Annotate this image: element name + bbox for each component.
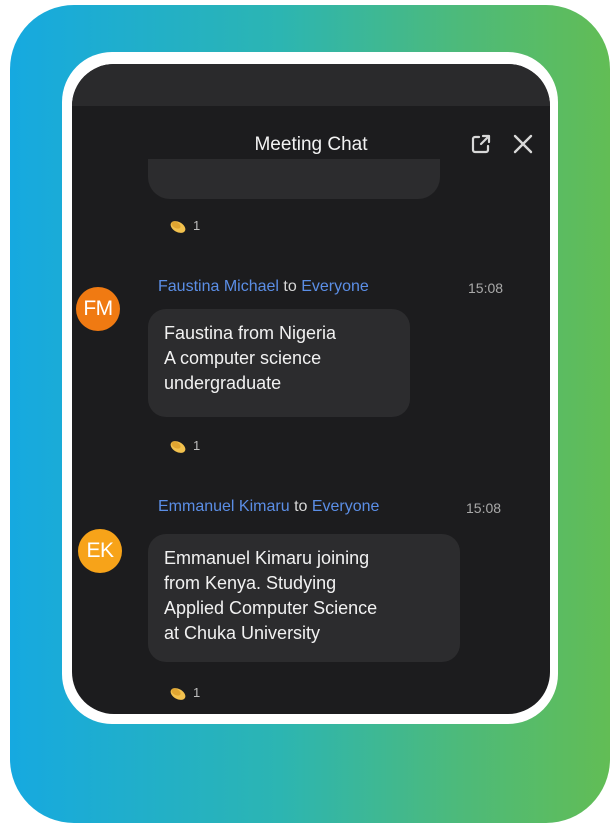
message-header: Faustina Michael to Everyone [158,278,369,296]
to-label: to [294,498,308,515]
pop-out-icon[interactable] [470,133,492,160]
reaction-chip[interactable]: 1 [168,684,200,700]
message-line: Applied Computer Science [164,598,378,618]
clapping-hands-icon [170,221,186,233]
close-icon[interactable] [512,133,534,160]
clapping-hands-icon [170,688,186,700]
recipient-name[interactable]: Everyone [301,278,369,295]
message-line: A computer science [164,348,322,368]
message-line: undergraduate [164,373,282,393]
previous-message-bubble [148,159,440,199]
message-bubble: Faustina from Nigeria A computer science… [148,309,410,417]
sender-name[interactable]: Emmanuel Kimaru [158,498,290,515]
message-time: 15:08 [466,500,502,516]
avatar: FM [76,287,120,331]
message-line: Faustina from Nigeria [164,323,337,343]
recipient-name[interactable]: Everyone [312,498,380,515]
message-header: Emmanuel Kimaru to Everyone [158,498,379,516]
reaction-chip[interactable]: 1 [168,217,200,233]
meeting-chat-panel: Meeting Chat 1 Faustina Michael to Every… [72,64,550,714]
clapping-hands-icon [170,441,186,453]
sender-name[interactable]: Faustina Michael [158,278,279,295]
message-line: from Kenya. Studying [164,573,337,593]
reaction-chip[interactable]: 1 [168,437,200,453]
message-line: Emmanuel Kimaru joining [164,548,370,568]
message-line: at Chuka University [164,623,321,643]
message-time: 15:08 [468,280,504,296]
title-strip [72,64,550,106]
reaction-count: 1 [193,217,201,233]
avatar: EK [78,529,122,573]
to-label: to [283,278,297,295]
reaction-count: 1 [193,684,201,700]
reaction-count: 1 [193,437,201,453]
message-bubble: Emmanuel Kimaru joining from Kenya. Stud… [148,534,460,662]
